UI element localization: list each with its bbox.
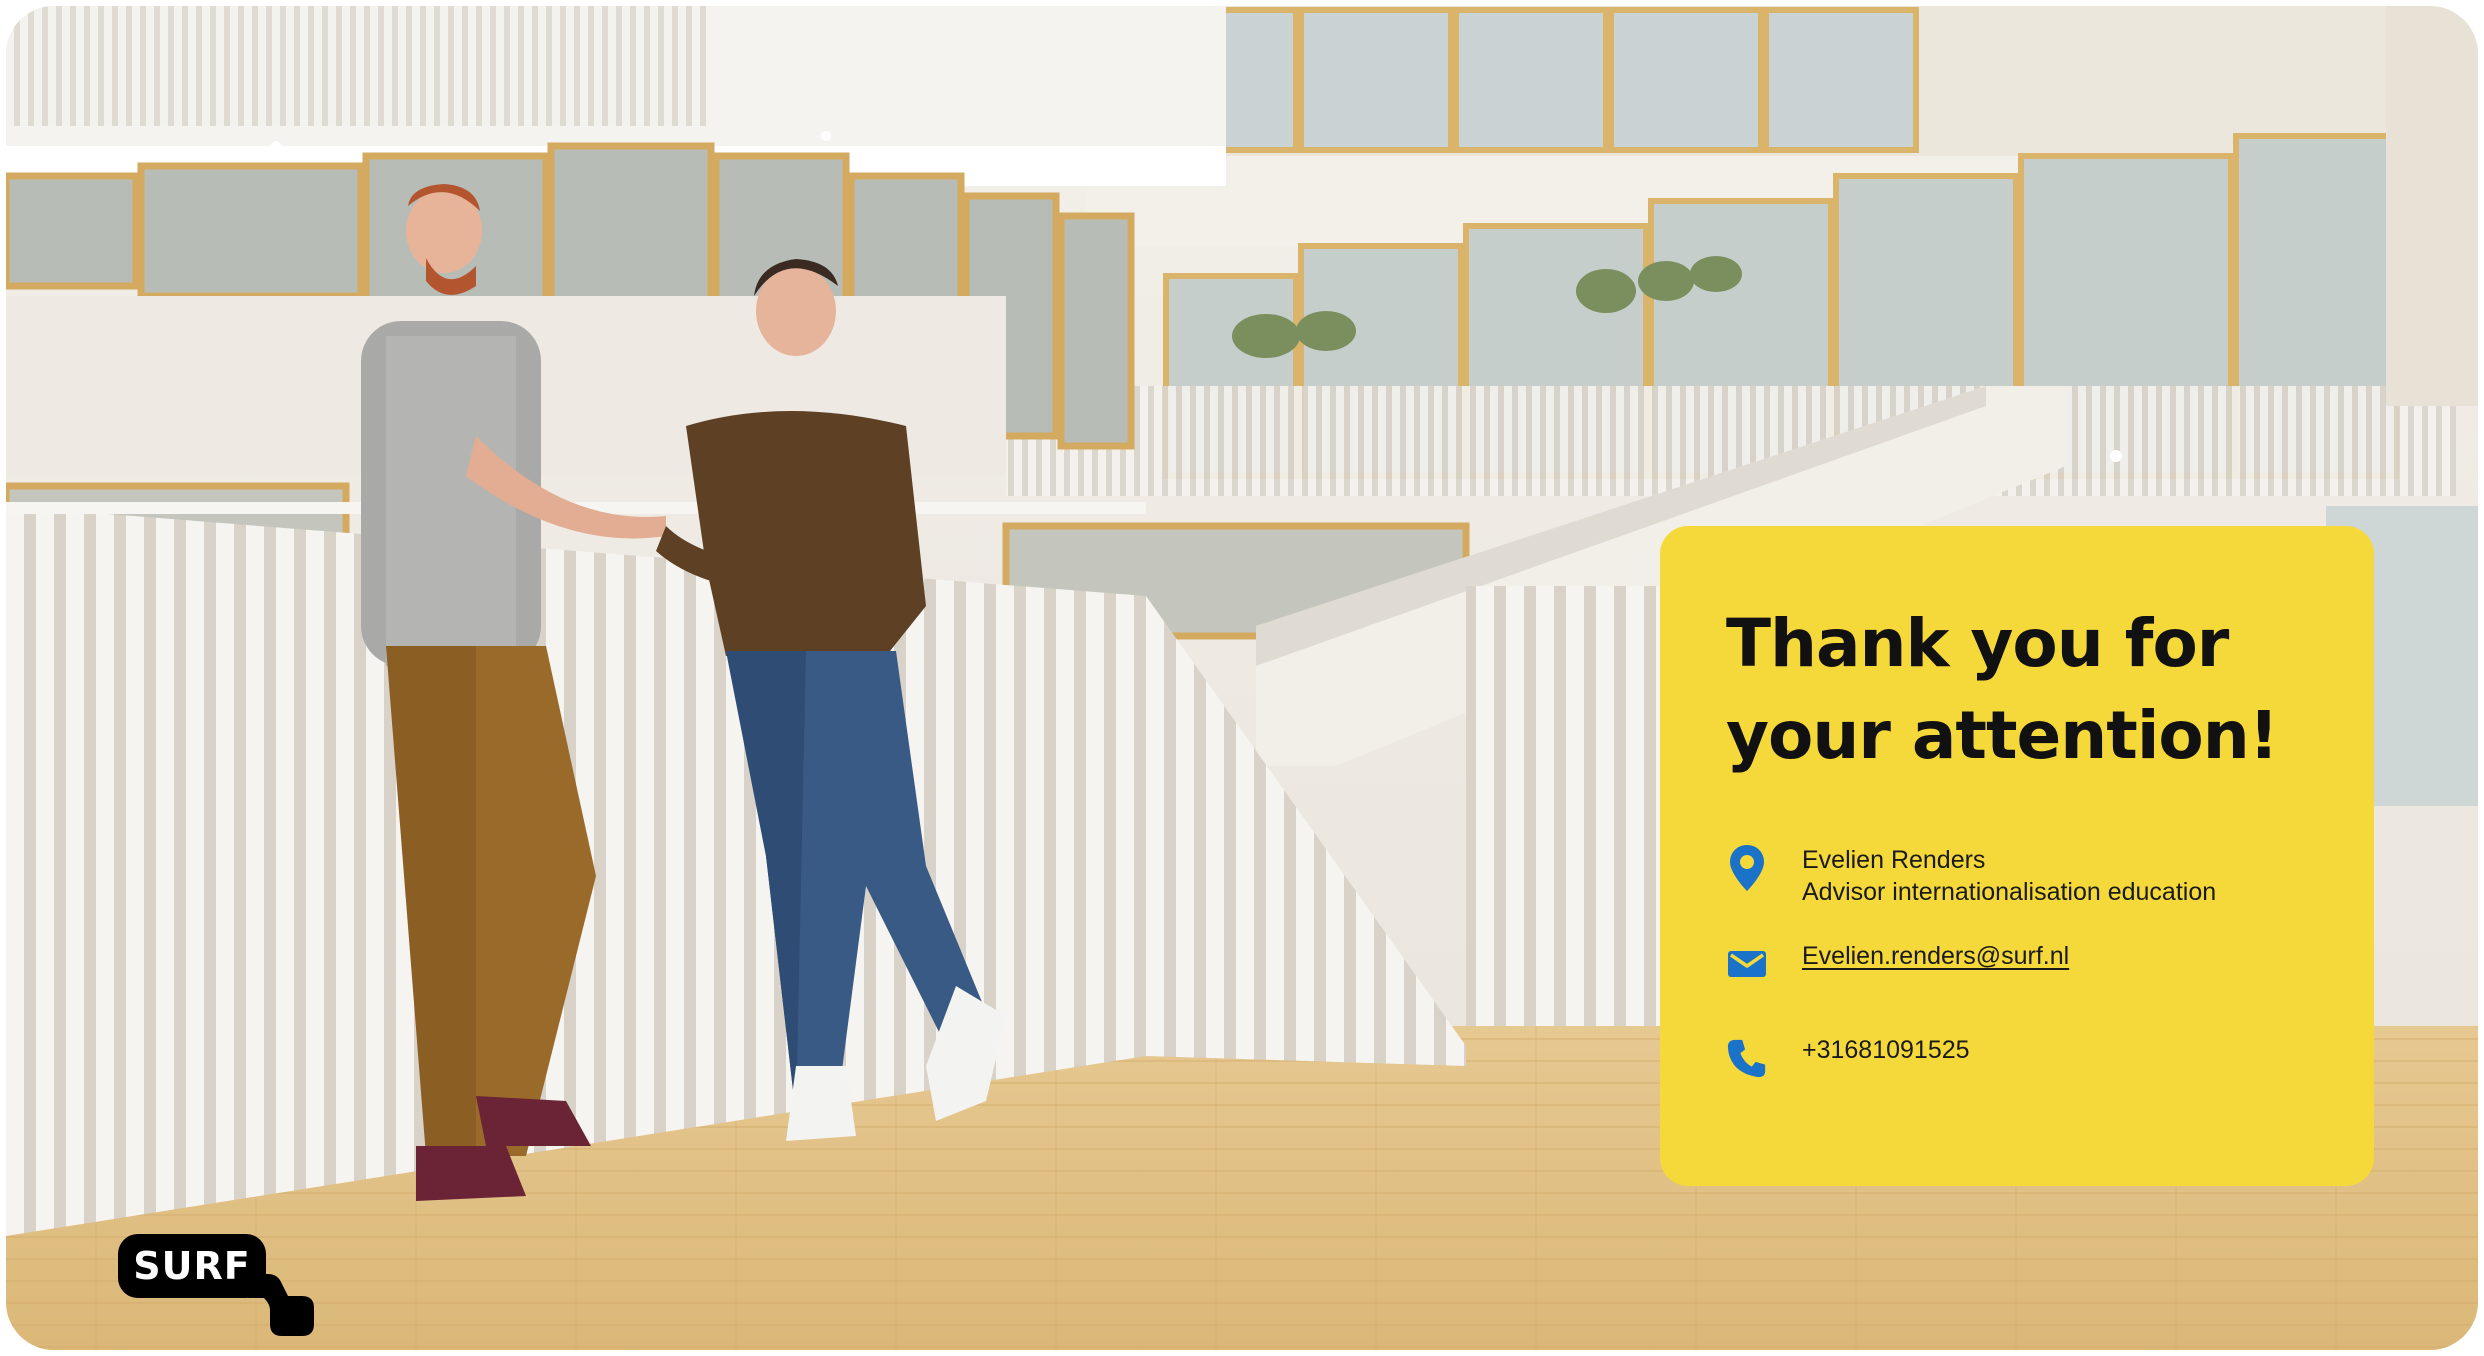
contact-role: Advisor internationalisation education <box>1802 878 2217 906</box>
phone-number: +31681091525 <box>1802 1036 1970 1064</box>
phone-icon <box>1726 1034 1768 1082</box>
contact-card: Thank you for your attention! Evelien Re… <box>1660 526 2374 1186</box>
contact-email-row: Evelien.renders@surf.nl <box>1726 940 2326 988</box>
contact-person: Evelien Renders Advisor internationalisa… <box>1802 844 2216 908</box>
location-pin-icon <box>1726 844 1768 892</box>
envelope-icon <box>1726 940 1768 988</box>
logo-text: SURF <box>133 1244 251 1288</box>
contact-person-row: Evelien Renders Advisor internationalisa… <box>1726 844 2326 908</box>
card-title: Thank you for your attention! <box>1726 605 2279 774</box>
email-link[interactable]: Evelien.renders@surf.nl <box>1802 940 2069 972</box>
contact-name: Evelien Renders <box>1802 846 1986 874</box>
surf-logo: SURF <box>118 1234 318 1338</box>
slide: Thank you for your attention! Evelien Re… <box>6 6 2478 1350</box>
contact-phone-row: +31681091525 <box>1726 1034 2326 1082</box>
